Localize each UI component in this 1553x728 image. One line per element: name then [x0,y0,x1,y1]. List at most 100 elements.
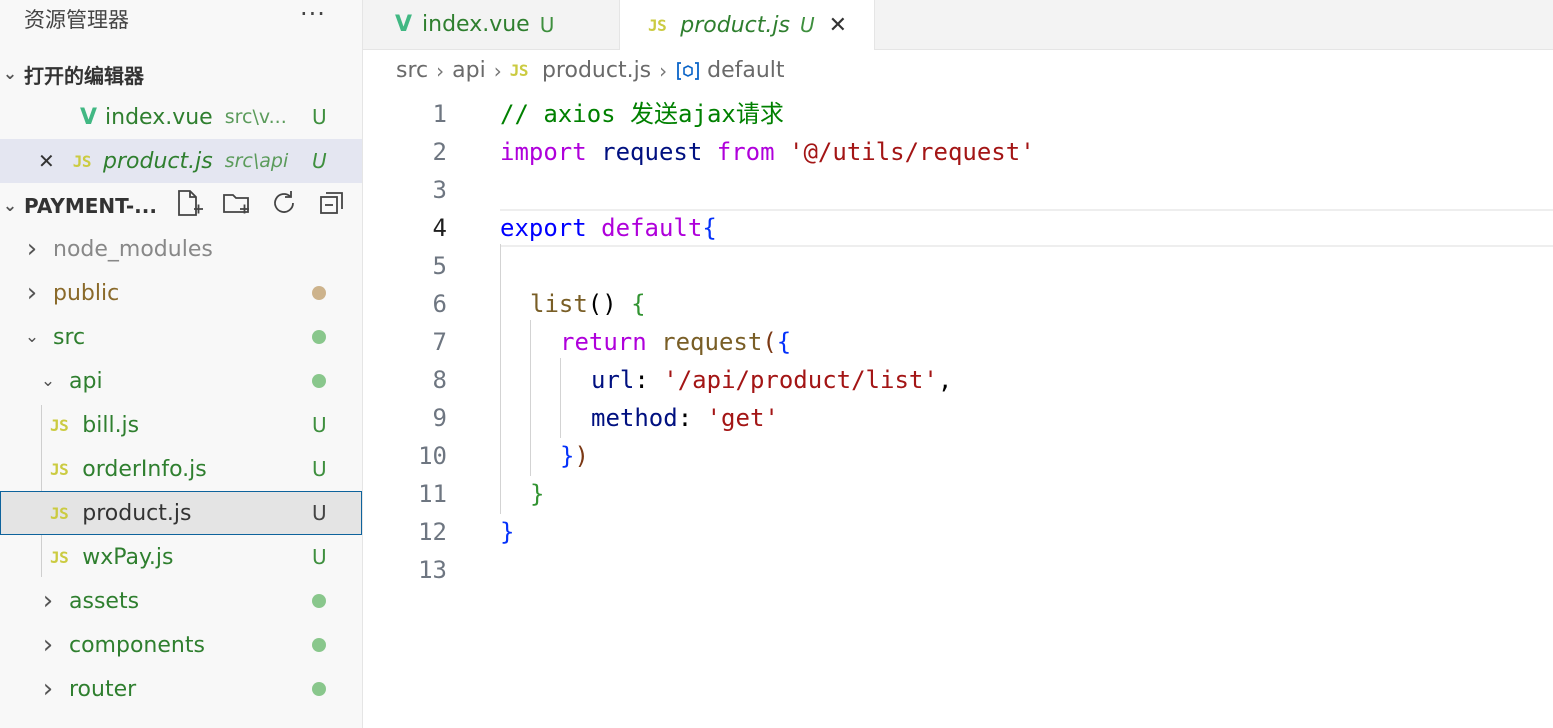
close-icon[interactable]: ✕ [38,149,55,173]
tree-item-orderinfo-js[interactable]: JS orderInfo.js U [0,447,362,491]
chevron-down-icon: ⌄ [24,327,40,347]
tab-label: product.js [680,12,790,38]
open-editor-index-vue[interactable]: V index.vue src\v... U [0,95,362,139]
code-editor[interactable]: 1 // axios 发送ajax请求 2 import request fro… [363,92,1553,728]
code-brace: } [530,480,545,508]
js-file-icon: JS [50,547,69,567]
untracked-badge: U [312,545,327,569]
breadcrumb-item[interactable]: src [396,58,428,83]
open-editors-header[interactable]: ⌄ 打开的编辑器 [0,54,362,94]
breadcrumb: src › api › JS product.js › default [396,58,785,83]
open-editor-path: src\v... [224,106,287,128]
tree-item-label: orderInfo.js [82,456,207,482]
untracked-dot [312,682,326,696]
tree-item-wxpay-js[interactable]: JS wxPay.js U [0,535,362,579]
tree-item-api[interactable]: ⌄ api [0,359,362,403]
tree-item-label: bill.js [82,412,140,438]
new-folder-icon[interactable] [221,188,251,218]
tree-item-router[interactable]: › router [0,667,362,711]
js-file-icon: JS [50,503,69,523]
chevron-right-icon: › [659,58,668,83]
code-line: 6 list() { [363,285,1553,323]
vue-file-icon: V [80,104,98,130]
untracked-dot [312,330,326,344]
chevron-right-icon: › [42,586,54,616]
code-line: 8 url: '/api/product/list', [363,361,1553,399]
chevron-right-icon: › [493,58,502,83]
code-function: request [661,328,763,356]
js-file-icon: JS [50,459,69,479]
breadcrumb-item[interactable]: product.js [542,58,651,83]
code-paren: () [587,290,617,318]
explorer-title: 资源管理器 [24,8,129,32]
code-identifier: request [601,138,703,166]
open-editor-product-js[interactable]: ✕ JS product.js src\api U [0,139,362,183]
js-file-icon: JS [50,415,69,435]
code-line: 12 } [363,513,1553,551]
line-number: 12 [418,518,447,546]
collapse-all-icon[interactable] [317,188,347,218]
chevron-right-icon: › [42,674,54,704]
tree-item-label: product.js [82,500,192,526]
code-colon: : [634,366,649,394]
code-property: method [591,404,678,432]
open-editors-label: 打开的编辑器 [24,63,144,88]
tree-item-node-modules[interactable]: › node_modules [0,227,362,271]
line-number: 9 [432,404,447,432]
code-line: 7 return request({ [363,323,1553,361]
js-file-icon: JS [509,61,529,80]
tree-item-public[interactable]: › public [0,271,362,315]
new-file-icon[interactable] [174,188,204,218]
symbol-variable-icon [677,61,700,80]
code-line: 1 // axios 发送ajax请求 [363,95,1553,133]
modified-dot [312,286,326,300]
breadcrumb-item[interactable]: api [452,58,486,83]
untracked-dot [312,374,326,388]
line-number: 1 [432,100,447,128]
tree-item-src[interactable]: ⌄ src [0,315,362,359]
tree-item-product-js[interactable]: JS product.js U [0,491,362,535]
line-number: 6 [432,290,447,318]
chevron-right-icon: › [26,278,38,308]
untracked-badge: U [312,457,327,481]
code-string: '/api/product/list' [663,366,938,394]
code-string: '@/utils/request' [789,138,1035,166]
code-line-current: 4 export default{ [363,209,1553,247]
open-editor-path: src\api [224,150,289,172]
code-comment: // axios 发送ajax请求 [500,100,784,128]
refresh-icon[interactable] [269,188,299,218]
chevron-down-icon: ⌄ [2,64,18,84]
code-line: 10 }) [363,437,1553,475]
tab-product-js[interactable]: JS product.js U ✕ [619,0,875,50]
code-brace: { [702,214,717,242]
tree-item-label: public [53,280,120,306]
tab-label: index.vue [422,12,530,37]
code-property: url [591,366,635,394]
tree-item-label: src [53,324,86,350]
tree-item-bill-js[interactable]: JS bill.js U [0,403,362,447]
tree-item-label: wxPay.js [82,544,174,570]
project-label: PAYMENT-... [24,194,157,218]
code-brace: { [776,328,792,356]
breadcrumb-item[interactable]: default [707,58,784,83]
line-number: 2 [432,138,447,166]
code-paren: ( [762,328,777,356]
code-line: 13 [363,551,1553,589]
tree-item-label: components [69,632,205,658]
untracked-dot [312,638,326,652]
tree-item-assets[interactable]: › assets [0,579,362,623]
line-number: 3 [432,176,447,204]
chevron-down-icon: ⌄ [40,371,56,391]
close-icon[interactable]: ✕ [829,13,847,38]
line-number: 11 [418,480,447,508]
more-actions-icon[interactable]: ··· [300,0,326,28]
untracked-dot [312,594,326,608]
untracked-badge: U [799,13,815,37]
code-line: 11 } [363,475,1553,513]
tab-index-vue[interactable]: V index.vue U [363,0,619,49]
code-function: list [530,290,588,318]
open-editor-filename: index.vue [105,104,213,130]
code-comma: , [937,366,953,394]
tree-item-components[interactable]: › components [0,623,362,667]
code-brace: } [500,518,515,546]
